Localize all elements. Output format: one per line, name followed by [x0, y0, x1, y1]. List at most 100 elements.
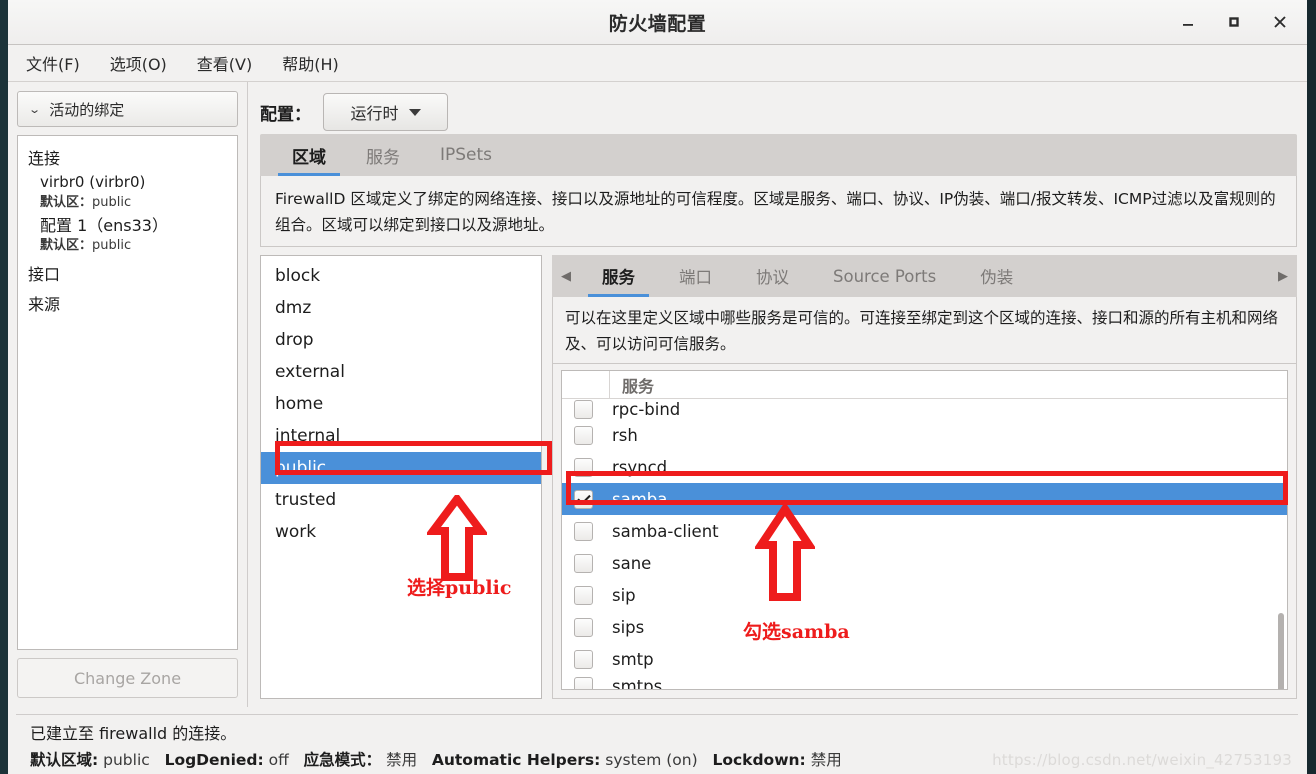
connection-zone: 默认区：public — [40, 193, 237, 215]
services-header-name: 服务 — [622, 376, 655, 396]
service-name: samba — [612, 489, 668, 509]
close-button[interactable] — [1259, 4, 1301, 40]
default-zone-key: 默认区域: — [30, 751, 99, 769]
runtime-select-value: 运行时 — [350, 104, 399, 123]
inner-notebook: ◀ 服务 端口 协议 Source Ports 伪装 ▶ 可以在这里定义区域中哪… — [552, 255, 1297, 699]
tab-services[interactable]: 服务 — [346, 134, 420, 176]
connection-name: virbr0 (virbr0) — [40, 173, 146, 191]
service-checkbox[interactable] — [574, 457, 593, 477]
services-list[interactable]: 服务 rpc-bind rsh rsyncd samba samba-clien… — [561, 370, 1288, 690]
table-row[interactable]: sip — [562, 579, 1287, 611]
menu-help[interactable]: 帮助(H) — [278, 49, 343, 77]
service-name: smtp — [612, 649, 654, 669]
chevron-down-icon — [408, 108, 421, 116]
connection-zone-key: 默认区： — [40, 238, 93, 253]
menu-options[interactable]: 选项(O) — [106, 49, 171, 77]
bindings-group-connections[interactable]: 连接 — [18, 142, 237, 172]
service-checkbox[interactable] — [574, 489, 593, 509]
connection-item-ens33[interactable]: 配置 1（ens33） 默认区：public — [18, 215, 237, 258]
tab-scroll-right-icon[interactable]: ▶ — [1269, 269, 1297, 284]
services-header-checkbox-column — [562, 371, 610, 398]
outer-notebook: 区域 服务 IPSets FirewallD 区域定义了绑定的网络连接、接口以及… — [260, 134, 1297, 699]
services-rows: rpc-bind rsh rsyncd samba samba-client s… — [562, 399, 1287, 689]
zone-item-external[interactable]: external — [261, 356, 541, 388]
minimize-icon — [1183, 24, 1193, 26]
table-row-samba[interactable]: samba — [562, 483, 1287, 515]
zone-item-drop[interactable]: drop — [261, 324, 541, 356]
table-row[interactable]: sane — [562, 547, 1287, 579]
table-row[interactable]: rpc-bind — [562, 399, 1287, 419]
service-name: sane — [612, 553, 652, 573]
maximize-button[interactable] — [1213, 4, 1255, 40]
window-title: 防火墙配置 — [608, 12, 707, 35]
lockdown-key: Lockdown: — [712, 751, 806, 769]
connection-zone: 默认区：public — [40, 236, 237, 258]
service-name: rpc-bind — [612, 400, 681, 419]
runtime-select[interactable]: 运行时 — [323, 93, 448, 131]
service-name: rsyncd — [612, 457, 668, 477]
menu-file[interactable]: 文件(F) — [22, 49, 84, 77]
table-row[interactable]: smtp — [562, 643, 1287, 675]
change-zone-button[interactable]: Change Zone — [17, 658, 238, 698]
zone-item-work[interactable]: work — [261, 516, 541, 548]
zone-item-internal[interactable]: internal — [261, 420, 541, 452]
zone-item-home[interactable]: home — [261, 388, 541, 420]
inner-tabstrip: ◀ 服务 端口 协议 Source Ports 伪装 ▶ — [552, 255, 1297, 297]
chevron-down-icon: ⌄ — [28, 102, 42, 116]
services-list-header: 服务 — [562, 371, 1287, 399]
default-zone-value: public — [103, 751, 150, 769]
tab-ports[interactable]: 端口 — [657, 255, 734, 297]
active-bindings-combo[interactable]: ⌄ 活动的绑定 — [17, 91, 238, 127]
service-checkbox[interactable] — [574, 553, 593, 573]
bindings-group-sources[interactable]: 来源 — [18, 288, 237, 318]
zone-item-public[interactable]: public — [261, 452, 541, 484]
service-name: sip — [612, 585, 636, 605]
service-name: rsh — [612, 425, 638, 445]
bindings-tree[interactable]: 连接 virbr0 (virbr0) 默认区：public 配置 1（ens33… — [17, 135, 238, 650]
table-row[interactable]: samba-client — [562, 515, 1287, 547]
connection-name: 配置 1（ens33） — [40, 216, 168, 235]
tab-protocols[interactable]: 协议 — [734, 255, 811, 297]
config-toolbar: 配置： 运行时 — [260, 90, 1297, 134]
tab-services-inner[interactable]: 服务 — [580, 255, 657, 297]
panic-mode-value: 禁用 — [386, 751, 418, 769]
logdenied-key: LogDenied: — [164, 751, 264, 769]
table-row[interactable]: rsh — [562, 419, 1287, 451]
table-row[interactable]: smtps — [562, 675, 1287, 689]
zone-item-block[interactable]: block — [261, 260, 541, 292]
menu-bar: 文件(F) 选项(O) 查看(V) 帮助(H) — [8, 45, 1307, 82]
connection-zone-value: public — [92, 238, 132, 253]
tab-zones[interactable]: 区域 — [272, 134, 346, 176]
services-area: 服务 rpc-bind rsh rsyncd samba samba-clien… — [552, 364, 1297, 699]
inner-tab-items: 服务 端口 协议 Source Ports 伪装 — [580, 255, 1269, 297]
tab-scroll-left-icon[interactable]: ◀ — [552, 269, 580, 284]
tab-ipsets[interactable]: IPSets — [420, 134, 512, 176]
table-row[interactable]: sips — [562, 611, 1287, 643]
connection-status-text: 已建立至 firewalld 的连接。 — [30, 724, 237, 743]
services-scrollbar-thumb[interactable] — [1278, 613, 1284, 689]
service-checkbox[interactable] — [574, 676, 593, 689]
zone-item-trusted[interactable]: trusted — [261, 484, 541, 516]
window-controls — [1167, 0, 1301, 44]
service-checkbox[interactable] — [574, 425, 593, 445]
table-row[interactable]: rsyncd — [562, 451, 1287, 483]
service-checkbox[interactable] — [574, 585, 593, 605]
tab-masquerade[interactable]: 伪装 — [958, 255, 1035, 297]
connection-zone-key: 默认区： — [40, 195, 93, 210]
maximize-icon — [1229, 17, 1239, 27]
automatic-helpers-key: Automatic Helpers: — [431, 751, 601, 769]
minimize-button[interactable] — [1167, 4, 1209, 40]
zone-list[interactable]: block dmz drop external home internal pu… — [260, 255, 542, 699]
service-checkbox[interactable] — [574, 649, 593, 669]
tab-source-ports[interactable]: Source Ports — [811, 255, 958, 297]
service-checkbox[interactable] — [574, 617, 593, 637]
service-checkbox[interactable] — [574, 400, 593, 419]
automatic-helpers-value: system (on) — [605, 751, 698, 769]
connection-item-virbr0[interactable]: virbr0 (virbr0) 默认区：public — [18, 172, 237, 215]
zone-item-dmz[interactable]: dmz — [261, 292, 541, 324]
active-bindings-label: 活动的绑定 — [49, 100, 125, 119]
menu-view[interactable]: 查看(V) — [193, 49, 256, 77]
bindings-group-interfaces[interactable]: 接口 — [18, 258, 237, 288]
service-checkbox[interactable] — [574, 521, 593, 541]
zone-split: block dmz drop external home internal pu… — [260, 247, 1297, 699]
